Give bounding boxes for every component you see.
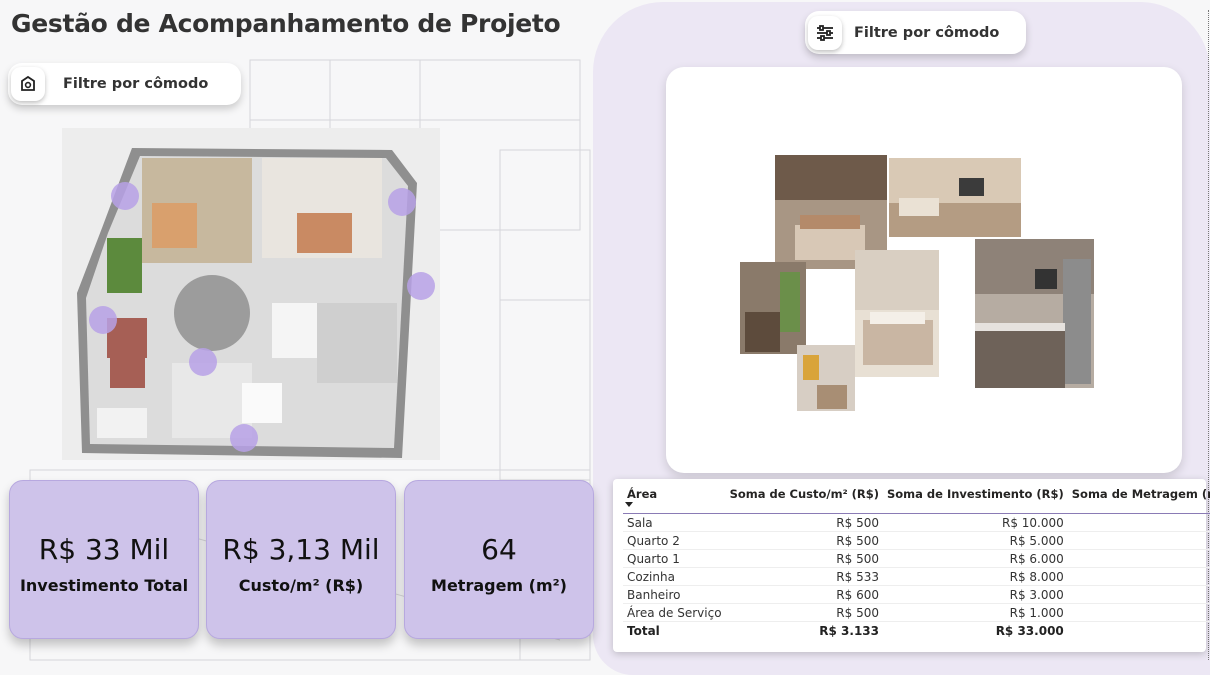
table-row[interactable]: Quarto 2 R$ 500 R$ 5.000 10	[623, 531, 1210, 550]
cell-cost-per-m2: R$ 500	[725, 531, 883, 550]
sort-descending-icon[interactable]	[625, 502, 633, 507]
column-header-area[interactable]: Área	[623, 487, 726, 514]
cell-area: Banheiro	[623, 585, 726, 604]
area-summary-table: Área Soma de Custo/m² (R$) Soma de Inves…	[613, 479, 1210, 652]
table-row[interactable]: Quarto 1 R$ 500 R$ 6.000 12	[623, 549, 1210, 568]
cell-investment: R$ 1.000	[883, 603, 1068, 622]
cell-area-m2: 10	[1067, 531, 1210, 550]
room-filter-label: Filtre por cômodo	[63, 76, 209, 92]
cell-cost-per-m2: R$ 600	[725, 585, 883, 604]
kpi-label: Custo/m² (R$)	[238, 576, 364, 595]
photo-bedroom[interactable]	[855, 250, 939, 377]
cell-area: Cozinha	[623, 567, 726, 586]
cell-area-m2: 12	[1067, 549, 1210, 568]
room-icon	[11, 67, 45, 101]
room-filter-label-secondary: Filtre por cômodo	[854, 24, 1000, 41]
cell-investment: R$ 8.000	[883, 567, 1068, 586]
cell-area: Sala	[623, 513, 726, 532]
total-label: Total	[623, 621, 726, 640]
total-cost-per-m2: R$ 3.133	[725, 621, 883, 640]
photo-laundry[interactable]	[797, 345, 855, 411]
room-filter-button-secondary[interactable]: Filtre por cômodo	[805, 11, 1026, 54]
apartment-floorplan-image	[62, 128, 440, 460]
hotspot-quarto-1[interactable]	[111, 182, 139, 210]
photo-bathroom-window[interactable]	[740, 262, 806, 354]
kpi-card-area: 64 Metragem (m²)	[404, 480, 594, 639]
cell-area-m2: 20	[1067, 513, 1210, 532]
total-investment: R$ 33.000	[883, 621, 1068, 640]
kpi-value: R$ 3,13 Mil	[222, 533, 380, 566]
hotspot-area-de-servico[interactable]	[230, 424, 258, 452]
kpi-card-investment: R$ 33 Mil Investimento Total	[9, 480, 199, 639]
table-row[interactable]: Sala R$ 500 R$ 10.000 20	[623, 513, 1210, 532]
kpi-value: 64	[481, 533, 517, 566]
table-row[interactable]: Área de Serviço R$ 500 R$ 1.000 2	[623, 603, 1210, 622]
table-total-row: Total R$ 3.133 R$ 33.000 64	[623, 621, 1210, 640]
cell-area: Área de Serviço	[623, 603, 726, 622]
cell-cost-per-m2: R$ 533	[725, 567, 883, 586]
kpi-label: Metragem (m²)	[431, 576, 567, 595]
hotspot-quarto-2[interactable]	[388, 188, 416, 216]
column-header-investment[interactable]: Soma de Investimento (R$)	[883, 487, 1068, 514]
table-row[interactable]: Cozinha R$ 533 R$ 8.000 15	[623, 567, 1210, 586]
hotspot-sala[interactable]	[89, 306, 117, 334]
hotspot-banheiro[interactable]	[407, 272, 435, 300]
column-header-cost-per-m2[interactable]: Soma de Custo/m² (R$)	[725, 487, 883, 514]
column-header-area-m2[interactable]: Soma de Metragem (m²)	[1067, 487, 1210, 514]
cell-investment: R$ 6.000	[883, 549, 1068, 568]
cell-area-m2: 2	[1067, 603, 1210, 622]
hotspot-cozinha[interactable]	[189, 348, 217, 376]
cell-investment: R$ 3.000	[883, 585, 1068, 604]
cell-cost-per-m2: R$ 500	[725, 603, 883, 622]
page-title: Gestão de Acompanhamento de Projeto	[11, 9, 561, 38]
cell-cost-per-m2: R$ 500	[725, 513, 883, 532]
total-area-m2: 64	[1067, 621, 1210, 640]
cell-investment: R$ 5.000	[883, 531, 1068, 550]
photo-living-room[interactable]	[889, 158, 1021, 237]
kpi-label: Investimento Total	[19, 576, 189, 595]
kpi-value: R$ 33 Mil	[38, 533, 170, 566]
table-header-row: Área Soma de Custo/m² (R$) Soma de Inves…	[623, 487, 1210, 514]
cell-area: Quarto 2	[623, 531, 726, 550]
cell-cost-per-m2: R$ 500	[725, 549, 883, 568]
cell-area-m2: 5	[1067, 585, 1210, 604]
cell-area-m2: 15	[1067, 567, 1210, 586]
kpi-card-cost-per-m2: R$ 3,13 Mil Custo/m² (R$)	[206, 480, 396, 639]
room-filter-button[interactable]: Filtre por cômodo	[8, 63, 241, 105]
sliders-icon	[808, 15, 842, 50]
photo-kitchen[interactable]	[975, 239, 1094, 388]
cell-area: Quarto 1	[623, 549, 726, 568]
cell-investment: R$ 10.000	[883, 513, 1068, 532]
table-row[interactable]: Banheiro R$ 600 R$ 3.000 5	[623, 585, 1210, 604]
